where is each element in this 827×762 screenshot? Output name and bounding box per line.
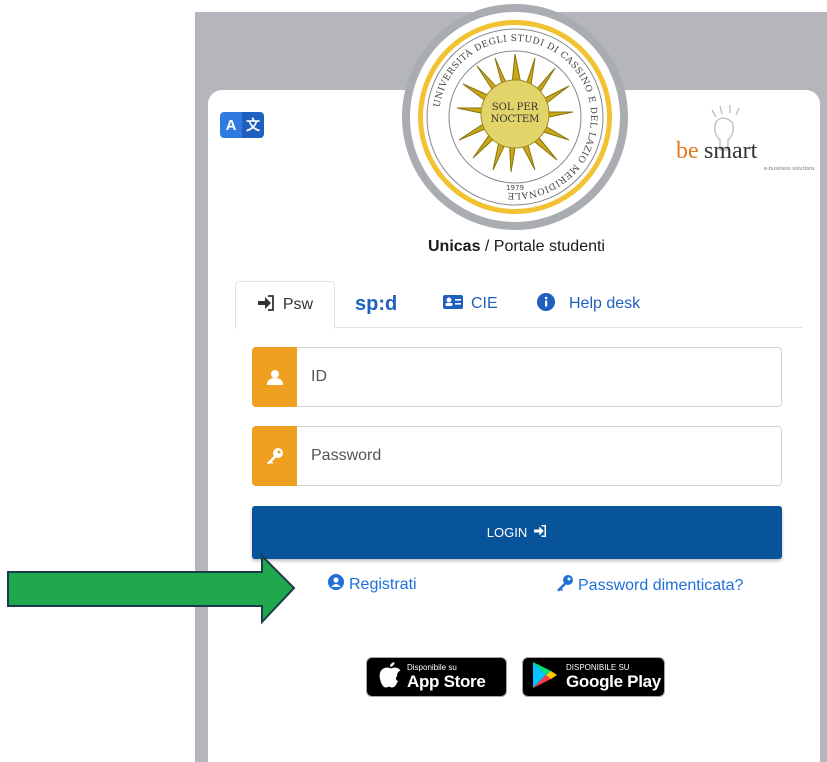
tab-help-desk-label: Help desk	[569, 295, 641, 312]
google-play-small: DISPONIBILE SU	[566, 663, 630, 672]
tab-psw-label: Psw	[282, 296, 314, 313]
google-play-icon	[532, 661, 558, 694]
id-input-group	[252, 347, 782, 407]
key-icon	[252, 426, 297, 486]
tab-help-desk[interactable]: Help desk	[537, 281, 640, 327]
logo-motto-line1: SOL PER	[492, 102, 539, 113]
app-store-big: App Store	[407, 672, 486, 691]
google-play-badge[interactable]: DISPONIBILE SU Google Play	[522, 657, 665, 697]
besmart-be: be	[676, 138, 699, 164]
forgot-password-link[interactable]: Password dimenticata?	[555, 574, 743, 597]
besmart-tagline: e-business solutions	[764, 166, 815, 172]
user-circle-icon	[328, 574, 344, 595]
google-play-big: Google Play	[566, 672, 661, 691]
login-button[interactable]: LOGIN	[252, 506, 782, 559]
tab-spid[interactable]: sp:d	[355, 281, 397, 327]
password-input[interactable]	[297, 426, 782, 486]
register-label: Registrati	[349, 575, 417, 593]
app-store-badge[interactable]: Disponibile su App Store	[366, 657, 507, 697]
language-toggle-button[interactable]: A 文	[220, 112, 264, 138]
login-tabs: Psw sp:d CIE Help desk	[235, 281, 802, 329]
forgot-password-label: Password dimenticata?	[578, 576, 744, 594]
app-store-small: Disponibile su	[407, 663, 457, 672]
info-icon	[537, 292, 555, 316]
key-icon	[555, 574, 575, 597]
id-input[interactable]	[297, 347, 782, 407]
besmart-smart: smart	[704, 138, 758, 164]
tab-psw[interactable]: Psw	[235, 281, 335, 329]
user-icon	[252, 347, 297, 407]
logo-year: 1979	[506, 184, 524, 192]
spid-logo-label: sp:d	[355, 292, 398, 315]
login-label: LOGIN	[486, 525, 528, 540]
sign-in-icon	[533, 525, 547, 540]
password-input-group	[252, 426, 782, 486]
logo-motto-line2: NOCTEM	[491, 114, 540, 125]
sign-in-icon	[257, 294, 275, 316]
title-rest: / Portale studenti	[480, 238, 605, 255]
green-arrow-annotation	[7, 553, 296, 625]
title-bold: Unicas	[428, 238, 481, 255]
lang-a-label: A	[220, 112, 242, 138]
apple-icon	[379, 661, 401, 693]
tab-cie-label: CIE	[471, 295, 498, 312]
page-title: Unicas / Portale studenti	[0, 238, 827, 256]
university-logo: UNIVERSITÀ DEGLI STUDI DI CASSINO E DEL …	[410, 12, 620, 222]
translate-icon: 文	[242, 112, 264, 138]
id-card-icon	[443, 294, 463, 315]
tab-cie[interactable]: CIE	[443, 281, 498, 327]
register-link[interactable]: Registrati	[328, 574, 417, 595]
besmart-logo: be smart e-business solutions	[676, 100, 816, 180]
